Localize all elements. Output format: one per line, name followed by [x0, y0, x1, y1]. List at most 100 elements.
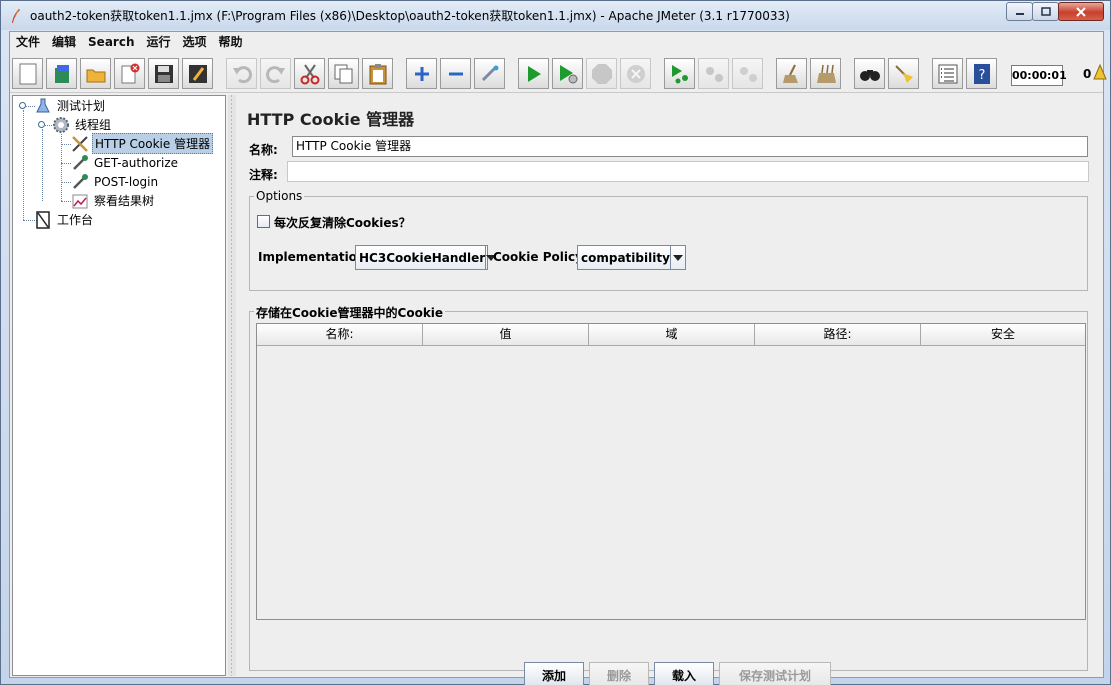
menu-search[interactable]: Search — [82, 32, 140, 53]
undo-icon — [232, 65, 252, 83]
new-file-icon — [19, 63, 36, 84]
open-button[interactable] — [80, 58, 111, 89]
redo-button[interactable] — [260, 58, 291, 89]
delete-button[interactable]: 删除 — [589, 662, 649, 685]
tree-node-label: POST-login — [94, 174, 159, 189]
remote-start-all-button[interactable] — [664, 58, 695, 89]
toolbar: ? 00:00:01 0 — [10, 53, 1107, 93]
remote-shutdown-all-button[interactable] — [732, 58, 763, 89]
save-test-plan-button[interactable]: 保存测试计划 — [719, 662, 831, 685]
cookie-policy-select[interactable]: compatibility — [577, 245, 686, 270]
options-legend: Options — [254, 189, 305, 203]
tree-toggle[interactable] — [19, 102, 26, 109]
warning-icon[interactable] — [1093, 63, 1107, 83]
clear-cookies-checkbox[interactable] — [257, 215, 270, 228]
stop-button[interactable] — [586, 58, 617, 89]
close-document-icon — [121, 63, 139, 83]
plus-icon — [414, 66, 429, 81]
tree-node-workbench[interactable]: 工作台 — [33, 210, 95, 229]
remote-stop-all-button[interactable] — [698, 58, 729, 89]
tree-node-label: 工作台 — [57, 213, 94, 227]
clear-all-button[interactable] — [810, 58, 841, 89]
paste-clipboard-icon — [369, 63, 386, 84]
tree-node-http-cookie-manager[interactable]: HTTP Cookie 管理器 — [70, 133, 214, 154]
column-header-value[interactable]: 值 — [423, 324, 589, 346]
error-count: 0 — [1083, 67, 1092, 81]
templates-button[interactable] — [46, 58, 77, 89]
play-icon — [527, 65, 541, 82]
expand-all-button[interactable] — [406, 58, 437, 89]
open-folder-icon — [86, 69, 105, 82]
implementation-select[interactable]: HC3CookieHandler — [355, 245, 497, 270]
tree-node-label: GET-authorize — [94, 155, 178, 170]
clear-cookies-label: 每次反复清除Cookies？ — [274, 216, 411, 230]
stored-cookies-group: 名称: 值 域 路径: 安全 — [249, 311, 1088, 671]
maximize-button[interactable] — [1032, 2, 1059, 21]
close-plan-button[interactable] — [114, 58, 145, 89]
collapse-all-button[interactable] — [440, 58, 471, 89]
save-as-icon — [188, 64, 207, 83]
remote-start-icon — [671, 64, 688, 83]
name-label: 名称: — [249, 143, 278, 157]
toggle-wand-icon — [481, 65, 498, 81]
tree-node-label: 线程组 — [75, 118, 112, 132]
help-button[interactable]: ? — [966, 58, 997, 89]
pane-splitter[interactable] — [228, 95, 236, 676]
save-as-button[interactable] — [182, 58, 213, 89]
copy-button[interactable] — [328, 58, 359, 89]
comment-label: 注释: — [249, 168, 278, 182]
start-no-pauses-button[interactable] — [552, 58, 583, 89]
menu-file[interactable]: 文件 — [10, 32, 46, 53]
elapsed-timer: 00:00:01 — [1011, 65, 1067, 86]
redo-icon — [265, 65, 285, 83]
tree-node-view-results-tree[interactable]: 察看结果树 — [70, 191, 156, 210]
config-tools-icon — [70, 134, 90, 153]
cookies-table: 名称: 值 域 路径: 安全 — [256, 323, 1086, 620]
undo-button[interactable] — [226, 58, 257, 89]
tree-node-thread-group[interactable]: 线程组 — [51, 115, 113, 134]
menu-help[interactable]: 帮助 — [213, 32, 249, 53]
column-header-path[interactable]: 路径: — [755, 324, 921, 346]
minus-icon — [448, 72, 463, 75]
stop-icon — [591, 63, 612, 84]
new-button[interactable] — [12, 58, 43, 89]
listener-graph-icon — [70, 191, 90, 210]
test-plan-tree: 测试计划 线程组 HTTP Cookie 管理器 GET-authorize P… — [12, 95, 226, 676]
page-title: HTTP Cookie 管理器 — [247, 110, 415, 129]
add-button[interactable]: 添加 — [524, 662, 584, 685]
tree-node-post-login[interactable]: POST-login — [70, 172, 160, 191]
load-button[interactable]: 载入 — [654, 662, 714, 685]
implementation-label: Implementation: — [258, 250, 371, 264]
toggle-button[interactable] — [474, 58, 505, 89]
column-header-name[interactable]: 名称: — [257, 324, 423, 346]
name-field[interactable]: HTTP Cookie 管理器 — [292, 136, 1088, 157]
menu-options[interactable]: 选项 — [177, 32, 213, 53]
clear-button[interactable] — [776, 58, 807, 89]
cut-button[interactable] — [294, 58, 325, 89]
clear-all-brooms-icon — [816, 64, 836, 83]
start-button[interactable] — [518, 58, 549, 89]
tree-node-test-plan[interactable]: 测试计划 — [33, 96, 107, 115]
remote-shutdown-icon — [739, 66, 757, 82]
save-button[interactable] — [148, 58, 179, 89]
paste-button[interactable] — [362, 58, 393, 89]
search-button[interactable] — [854, 58, 885, 89]
tree-node-get-authorize[interactable]: GET-authorize — [70, 153, 180, 172]
thread-group-gear-icon — [51, 115, 71, 134]
close-button[interactable] — [1058, 2, 1104, 21]
menu-run[interactable]: 运行 — [140, 32, 176, 53]
shutdown-button[interactable] — [620, 58, 651, 89]
reset-broom-icon — [894, 64, 913, 83]
column-header-secure[interactable]: 安全 — [921, 324, 1085, 346]
cookie-policy-value: compatibility — [581, 250, 670, 265]
column-header-domain[interactable]: 域 — [589, 324, 755, 346]
list-icon — [938, 64, 957, 83]
menu-edit[interactable]: 编辑 — [46, 32, 82, 53]
reset-search-button[interactable] — [888, 58, 919, 89]
comment-field[interactable] — [287, 161, 1089, 182]
function-helper-button[interactable] — [932, 58, 963, 89]
table-header: 名称: 值 域 路径: 安全 — [257, 324, 1085, 346]
tree-toggle[interactable] — [38, 121, 45, 128]
minimize-button[interactable] — [1006, 2, 1033, 21]
svg-text:?: ? — [978, 68, 985, 83]
